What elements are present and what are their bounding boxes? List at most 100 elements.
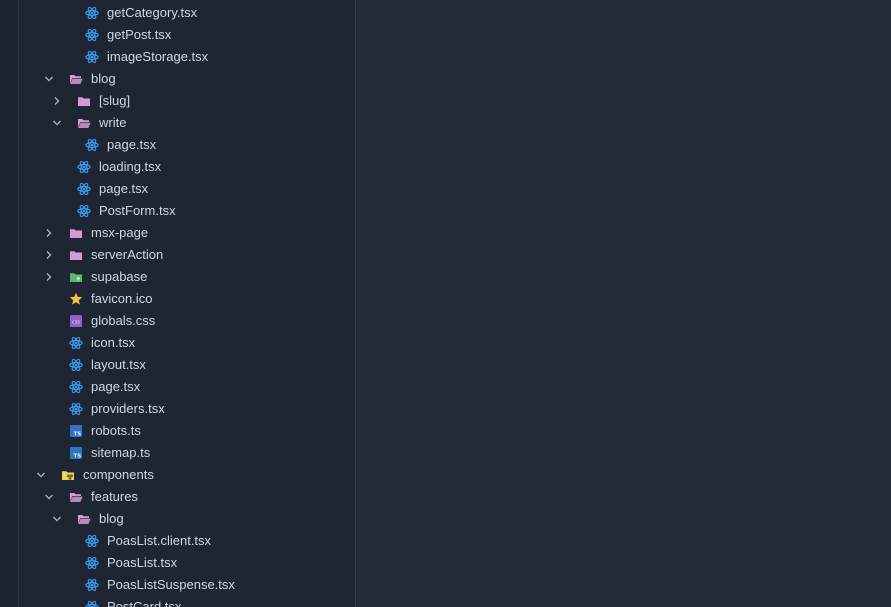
tree-folder-item[interactable]: components [19, 464, 355, 486]
chevron-right-icon[interactable] [41, 244, 57, 266]
chevron-down-icon[interactable] [41, 68, 57, 90]
typescript-icon: TS [69, 446, 83, 460]
react-icon [85, 534, 99, 548]
chevron-right-icon[interactable] [49, 90, 65, 112]
tree-file-item[interactable]: icon.tsx [19, 332, 355, 354]
tree-file-item[interactable]: TS robots.ts [19, 420, 355, 442]
tree-folder-item[interactable]: blog [19, 508, 355, 530]
tree-item-label: msx-page [91, 225, 149, 240]
components-folder-icon [61, 468, 75, 482]
folder-open-icon [69, 72, 83, 86]
tree-item-label: icon.tsx [91, 335, 136, 350]
tree-folder-item[interactable]: blog [19, 68, 355, 90]
tree-item-label: page.tsx [91, 379, 141, 394]
tree-item-label: imageStorage.tsx [107, 49, 209, 64]
react-icon [77, 204, 91, 218]
tree-item-label: blog [99, 511, 124, 526]
chevron-right-icon[interactable] [41, 266, 57, 288]
app-window: getCategory.tsx getPost.tsx imageStorage.t… [0, 0, 891, 607]
react-icon [85, 138, 99, 152]
tree-file-item[interactable]: PostForm.tsx [19, 200, 355, 222]
tree-item-label: PoasListSuspense.tsx [107, 577, 235, 592]
tree-item-label: PoasList.tsx [107, 555, 178, 570]
tree-file-item[interactable]: css globals.css [19, 310, 355, 332]
tree-file-item[interactable]: PostCard.tsx [19, 596, 355, 607]
tree-item-label: favicon.ico [91, 291, 153, 306]
css-icon: css [69, 314, 83, 328]
react-icon [85, 6, 99, 20]
tree-item-label: page.tsx [99, 181, 149, 196]
file-tree: getCategory.tsx getPost.tsx imageStorage.t… [19, 2, 355, 607]
tree-file-item[interactable]: page.tsx [19, 376, 355, 398]
tree-item-label: loading.tsx [99, 159, 162, 174]
tree-file-item[interactable]: getPost.tsx [19, 24, 355, 46]
tree-item-label: getCategory.tsx [107, 5, 198, 20]
tree-item-label: layout.tsx [91, 357, 146, 372]
explorer-sidebar: getCategory.tsx getPost.tsx imageStorage.t… [19, 0, 355, 607]
tree-item-label: PoasList.client.tsx [107, 533, 212, 548]
tree-item-label: page.tsx [107, 137, 157, 152]
react-icon [69, 380, 83, 394]
react-icon [69, 336, 83, 350]
tree-item-label: write [99, 115, 127, 130]
react-icon [77, 160, 91, 174]
react-icon [77, 182, 91, 196]
tree-file-item[interactable]: loading.tsx [19, 156, 355, 178]
tree-folder-item[interactable]: serverAction [19, 244, 355, 266]
tree-item-label: features [91, 489, 138, 504]
folder-icon [69, 248, 83, 262]
tree-folder-item[interactable]: features [19, 486, 355, 508]
tree-file-item[interactable]: layout.tsx [19, 354, 355, 376]
tree-item-label: providers.tsx [91, 401, 165, 416]
chevron-down-icon[interactable] [41, 486, 57, 508]
svg-text:TS: TS [73, 431, 81, 437]
tree-file-item[interactable]: getCategory.tsx [19, 2, 355, 24]
react-icon [85, 578, 99, 592]
tree-file-item[interactable]: page.tsx [19, 134, 355, 156]
chevron-down-icon[interactable] [49, 112, 65, 134]
chevron-right-icon[interactable] [41, 222, 57, 244]
folder-open-icon [77, 116, 91, 130]
folder-open-icon [77, 512, 91, 526]
tree-file-item[interactable]: PoasList.client.tsx [19, 530, 355, 552]
editor-area [356, 0, 891, 607]
react-icon [85, 28, 99, 42]
tree-file-item[interactable]: providers.tsx [19, 398, 355, 420]
tree-item-label: [slug] [99, 93, 131, 108]
svg-text:css: css [72, 320, 80, 326]
tree-folder-item[interactable]: write [19, 112, 355, 134]
tree-item-label: getPost.tsx [107, 27, 172, 42]
activity-gutter [0, 0, 19, 607]
supabase-folder-icon [69, 270, 83, 284]
tree-file-item[interactable]: page.tsx [19, 178, 355, 200]
chevron-down-icon[interactable] [33, 464, 49, 486]
tree-file-item[interactable]: imageStorage.tsx [19, 46, 355, 68]
react-icon [85, 600, 99, 607]
typescript-icon: TS [69, 424, 83, 438]
folder-open-icon [69, 490, 83, 504]
react-icon [85, 556, 99, 570]
tree-folder-item[interactable]: [slug] [19, 90, 355, 112]
tree-item-label: robots.ts [91, 423, 141, 438]
react-icon [69, 358, 83, 372]
tree-file-item[interactable]: PoasList.tsx [19, 552, 355, 574]
tree-item-label: blog [91, 71, 116, 86]
tree-item-label: sitemap.ts [91, 445, 151, 460]
tree-item-label: PostCard.tsx [107, 599, 182, 607]
tree-item-label: components [83, 467, 154, 482]
react-icon [69, 402, 83, 416]
chevron-down-icon[interactable] [49, 508, 65, 530]
react-icon [85, 50, 99, 64]
tree-item-label: globals.css [91, 313, 156, 328]
tree-file-item[interactable]: TS sitemap.ts [19, 442, 355, 464]
tree-item-label: serverAction [91, 247, 164, 262]
folder-icon [69, 226, 83, 240]
tree-folder-item[interactable]: msx-page [19, 222, 355, 244]
tree-item-label: supabase [91, 269, 148, 284]
tree-file-item[interactable]: PoasListSuspense.tsx [19, 574, 355, 596]
star-icon [69, 292, 83, 306]
tree-folder-item[interactable]: supabase [19, 266, 355, 288]
tree-file-item[interactable]: favicon.ico [19, 288, 355, 310]
folder-icon [77, 94, 91, 108]
svg-text:TS: TS [73, 453, 81, 459]
